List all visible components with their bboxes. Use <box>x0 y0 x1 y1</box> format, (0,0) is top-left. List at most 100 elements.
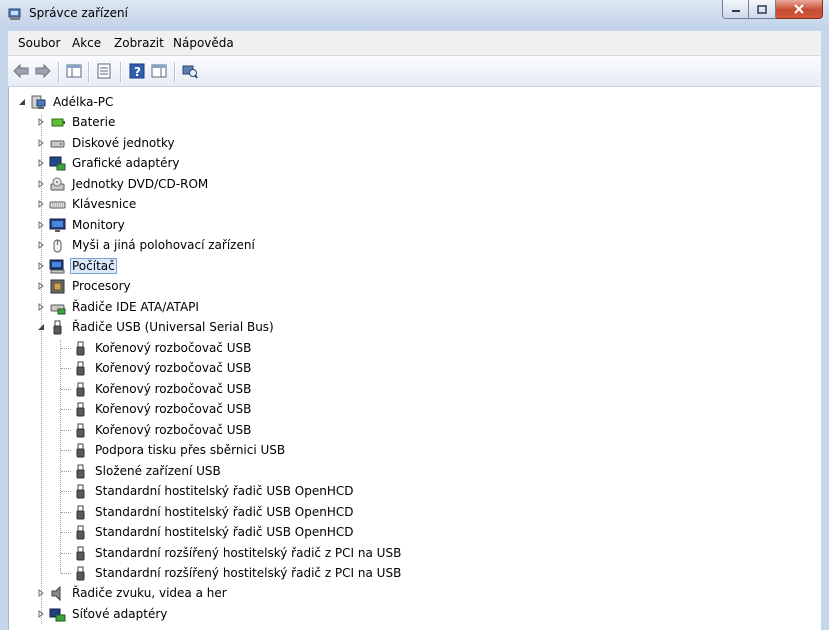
action-pane-icon <box>151 64 167 78</box>
expand-icon[interactable] <box>36 240 46 250</box>
computer-icon <box>49 258 66 275</box>
help-button[interactable]: ? <box>128 62 146 80</box>
category-label: Procesory <box>72 279 131 293</box>
svg-text:?: ? <box>134 65 141 79</box>
category-mysi[interactable]: Myši a jiná polohovací zařízení <box>36 235 257 255</box>
expand-icon[interactable] <box>36 138 46 148</box>
usb-device-icon <box>72 381 89 398</box>
menu-zobrazit[interactable]: Zobrazit <box>114 36 164 50</box>
expand-icon[interactable] <box>36 117 46 127</box>
category-label: Monitory <box>72 218 125 232</box>
usb-device-label: Kořenový rozbočovač USB <box>95 341 252 355</box>
battery-icon <box>49 114 66 131</box>
menu-soubor[interactable]: Soubor <box>18 36 60 50</box>
minimize-icon <box>731 10 740 12</box>
console-tree-icon <box>66 64 82 78</box>
expand-icon[interactable] <box>36 220 46 230</box>
minimize-button[interactable] <box>722 0 749 19</box>
maximize-button[interactable] <box>749 0 776 19</box>
usb-device-item[interactable]: Standardní rozšířený hostitelský řadič z… <box>69 543 403 563</box>
usb-device-label: Standardní rozšířený hostitelský řadič z… <box>95 546 402 560</box>
category-jednotky-dvd-cd-rom[interactable]: Jednotky DVD/CD-ROM <box>36 174 210 194</box>
usb-device-label: Kořenový rozbočovač USB <box>95 361 252 375</box>
category-label: Řadiče IDE ATA/ATAPI <box>72 300 199 314</box>
usb-device-label: Kořenový rozbočovač USB <box>95 402 252 416</box>
back-button[interactable] <box>12 62 30 80</box>
usb-device-label: Podpora tisku přes sběrnici USB <box>95 443 286 457</box>
usb-device-item[interactable]: Kořenový rozbočovač USB <box>69 338 253 358</box>
expand-icon[interactable] <box>36 609 46 619</box>
forward-button[interactable] <box>34 62 52 80</box>
help-icon: ? <box>129 63 145 79</box>
category-monitory[interactable]: Monitory <box>36 215 127 235</box>
category-procesory[interactable]: Procesory <box>36 276 133 296</box>
usb-device-icon <box>72 401 89 418</box>
category-sitove-adaptery[interactable]: Síťové adaptéry <box>36 604 169 624</box>
category-label: Jednotky DVD/CD-ROM <box>72 177 209 191</box>
usb-device-item[interactable]: Kořenový rozbočovač USB <box>69 420 253 440</box>
mouse-icon <box>49 237 66 254</box>
usb-device-icon <box>72 504 89 521</box>
show-hide-console-tree-button[interactable] <box>65 62 83 80</box>
network-adapter-icon <box>49 606 66 623</box>
tree-root[interactable]: Adélka-PC <box>17 92 115 112</box>
tree-root-label: Adélka-PC <box>53 95 114 109</box>
window-title: Správce zařízení <box>29 6 128 20</box>
collapse-icon[interactable] <box>17 97 27 107</box>
usb-device-icon <box>72 340 89 357</box>
usb-device-label: Standardní hostitelský řadič USB OpenHCD <box>95 484 354 498</box>
category-radice-usb[interactable]: Řadiče USB (Universal Serial Bus) <box>36 317 276 337</box>
usb-device-item[interactable]: Kořenový rozbočovač USB <box>69 399 253 419</box>
properties-button[interactable] <box>95 62 113 80</box>
expand-icon[interactable] <box>36 302 46 312</box>
usb-device-item[interactable]: Kořenový rozbočovač USB <box>69 379 253 399</box>
arrow-left-icon <box>13 64 29 78</box>
device-manager-window: Správce zařízení Soubor Akce Zobrazit Ná… <box>0 0 829 630</box>
monitor-icon <box>49 217 66 234</box>
usb-device-item[interactable]: Standardní rozšířený hostitelský řadič z… <box>69 563 403 583</box>
expand-icon[interactable] <box>36 261 46 271</box>
category-radice-ide[interactable]: Řadiče IDE ATA/ATAPI <box>36 297 201 317</box>
dvd-drive-icon <box>49 176 66 193</box>
expand-icon[interactable] <box>36 179 46 189</box>
category-baterie[interactable]: Baterie <box>36 112 117 132</box>
usb-device-icon <box>72 483 89 500</box>
action-pane-button[interactable] <box>150 62 168 80</box>
device-tree[interactable]: Adélka-PC Baterie Diskové jednotky Grafi… <box>8 87 822 630</box>
category-label: Myši a jiná polohovací zařízení <box>72 238 255 252</box>
close-button[interactable] <box>776 0 823 19</box>
maximize-icon <box>757 4 767 14</box>
usb-device-item[interactable]: Standardní hostitelský řadič USB OpenHCD <box>69 502 356 522</box>
usb-device-item[interactable]: Standardní hostitelský řadič USB OpenHCD <box>69 522 356 542</box>
usb-device-item[interactable]: Standardní hostitelský řadič USB OpenHCD <box>69 481 356 501</box>
category-pocitac[interactable]: Počítač <box>36 256 117 276</box>
category-label: Diskové jednotky <box>72 136 175 150</box>
scan-hardware-button[interactable] <box>181 62 199 80</box>
usb-device-item[interactable]: Složené zařízení USB <box>69 461 223 481</box>
category-klavesnice[interactable]: Klávesnice <box>36 194 138 214</box>
usb-icon <box>49 319 66 336</box>
expand-icon[interactable] <box>36 281 46 291</box>
category-radice-zvuku[interactable]: Řadiče zvuku, videa a her <box>36 583 229 603</box>
usb-device-item[interactable]: Podpora tisku přes sběrnici USB <box>69 440 287 460</box>
usb-device-label: Standardní hostitelský řadič USB OpenHCD <box>95 525 354 539</box>
category-label: Řadiče USB (Universal Serial Bus) <box>72 320 274 334</box>
expand-icon[interactable] <box>36 199 46 209</box>
usb-device-icon <box>72 422 89 439</box>
usb-device-icon <box>72 545 89 562</box>
title-bar[interactable]: Správce zařízení <box>0 0 829 30</box>
usb-device-icon <box>72 463 89 480</box>
category-graficke-adaptery[interactable]: Grafické adaptéry <box>36 153 182 173</box>
expand-icon[interactable] <box>36 588 46 598</box>
menu-napoveda[interactable]: Nápověda <box>173 36 234 50</box>
category-diskove-jednotky[interactable]: Diskové jednotky <box>36 133 177 153</box>
usb-device-item[interactable]: Kořenový rozbočovač USB <box>69 358 253 378</box>
expand-icon[interactable] <box>36 158 46 168</box>
menu-akce[interactable]: Akce <box>72 36 101 50</box>
properties-icon <box>97 63 111 79</box>
processor-icon <box>49 278 66 295</box>
collapse-icon[interactable] <box>36 322 46 332</box>
close-icon <box>794 4 804 14</box>
category-label: Síťové adaptéry <box>72 607 168 621</box>
speaker-icon <box>49 585 66 602</box>
